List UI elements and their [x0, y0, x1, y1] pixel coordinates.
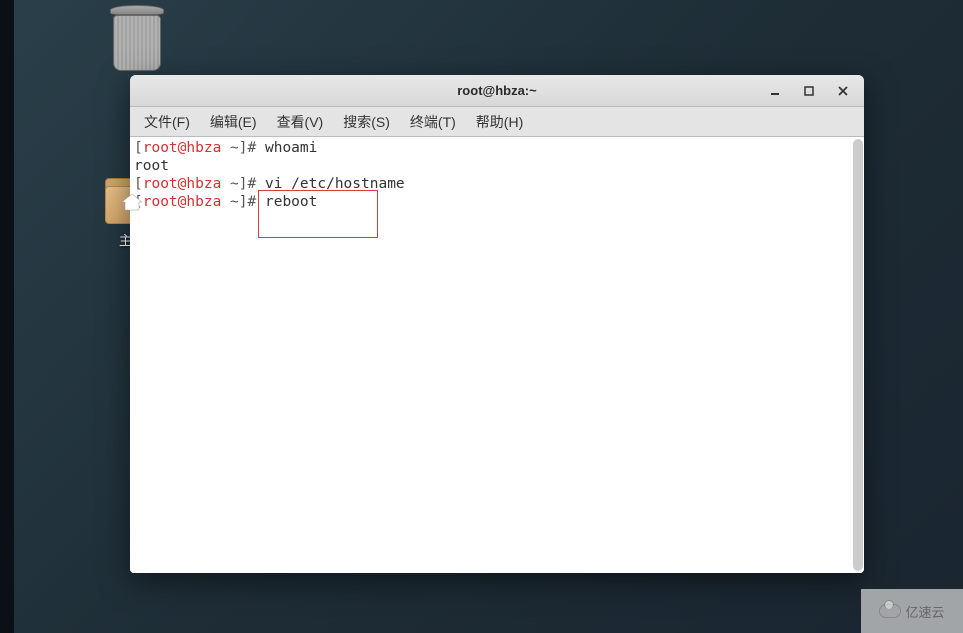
watermark-text: 亿速云	[905, 602, 944, 621]
scrollbar[interactable]	[853, 139, 863, 571]
menu-view[interactable]: 查看(V)	[267, 108, 334, 136]
menu-help[interactable]: 帮助(H)	[466, 108, 533, 136]
terminal-body[interactable]: [root@hbza ~]# whoamiroot[root@hbza ~]# …	[130, 137, 864, 573]
menu-terminal[interactable]: 终端(T)	[400, 108, 466, 136]
terminal-line-1: [root@hbza ~]# whoami	[134, 139, 860, 157]
terminal-window: root@hbza:~ 文件(F) 编辑(E) 查看(V) 搜索(S)	[130, 75, 864, 573]
menu-edit[interactable]: 编辑(E)	[200, 108, 267, 136]
menu-file[interactable]: 文件(F)	[134, 108, 200, 136]
terminal-line-4: [root@hbza ~]# reboot	[134, 193, 860, 211]
minimize-icon	[770, 86, 780, 96]
close-icon	[838, 86, 848, 96]
house-icon	[120, 192, 144, 212]
cloud-icon	[879, 604, 901, 618]
menubar: 文件(F) 编辑(E) 查看(V) 搜索(S) 终端(T) 帮助(H)	[130, 107, 864, 137]
menu-search[interactable]: 搜索(S)	[333, 108, 400, 136]
minimize-button[interactable]	[758, 77, 792, 105]
terminal-line-3: [root@hbza ~]# vi /etc/hostname	[134, 175, 860, 193]
maximize-button[interactable]	[792, 77, 826, 105]
terminal-content: [root@hbza ~]# whoamiroot[root@hbza ~]# …	[130, 137, 864, 213]
window-controls	[758, 75, 860, 106]
terminal-line-2: root	[134, 157, 860, 175]
titlebar[interactable]: root@hbza:~	[130, 75, 864, 107]
trash-icon	[108, 5, 166, 73]
maximize-icon	[804, 86, 814, 96]
close-button[interactable]	[826, 77, 860, 105]
watermark: 亿速云	[861, 589, 963, 633]
desktop-left-panel	[0, 0, 14, 633]
window-title: root@hbza:~	[457, 83, 536, 98]
